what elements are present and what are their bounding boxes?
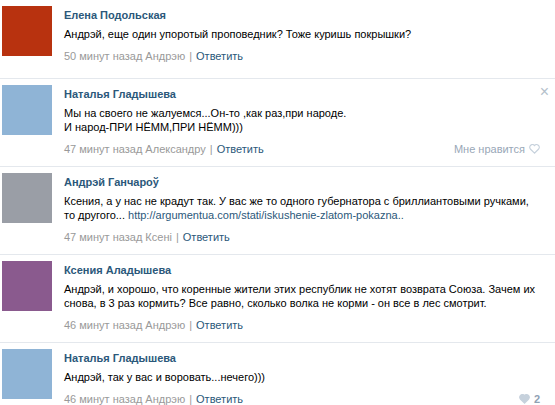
author-name[interactable]: Елена Подольская bbox=[64, 8, 540, 22]
reply-link[interactable]: Ответить bbox=[217, 142, 264, 156]
meta-left: 50 минут назад Андрэю | Ответить bbox=[64, 49, 243, 63]
comment-body: Ксения Аладышева Андрэй, и хорошо, что ко… bbox=[64, 261, 540, 332]
comment-time[interactable]: 46 минут назад Андрэю bbox=[64, 318, 185, 332]
like-button[interactable]: 2 bbox=[519, 392, 540, 405]
avatar[interactable] bbox=[2, 85, 52, 135]
like-count: 2 bbox=[534, 392, 540, 405]
like-button[interactable]: Мне нравится bbox=[454, 142, 540, 156]
comment-time[interactable]: 47 минут назад Ксені bbox=[64, 230, 172, 244]
avatar[interactable] bbox=[2, 349, 52, 399]
like-label: Мне нравится bbox=[454, 142, 525, 156]
comment-time[interactable]: 46 минут назад Андрэю bbox=[64, 392, 185, 405]
author-name[interactable]: Наталья Гладышева bbox=[64, 87, 540, 101]
heart-icon bbox=[519, 394, 530, 404]
comment-text: Андрэй, и хорошо, что коренные жители эт… bbox=[64, 282, 540, 310]
avatar[interactable] bbox=[2, 173, 52, 223]
reply-link[interactable]: Ответить bbox=[183, 230, 230, 244]
separator: | bbox=[189, 49, 192, 63]
comment: Наталья Гладышева Андрэй, так у вас и вор… bbox=[0, 343, 555, 405]
avatar[interactable] bbox=[2, 6, 52, 56]
comment-meta: 50 минут назад Андрэю | Ответить bbox=[64, 49, 540, 63]
meta-left: 47 минут назад Александру | Ответить bbox=[64, 142, 264, 156]
comment: Ксения Аладышева Андрэй, и хорошо, что ко… bbox=[0, 255, 555, 343]
comment-meta: 47 минут назад Александру | Ответить Мне нр… bbox=[64, 142, 540, 156]
avatar[interactable] bbox=[2, 261, 52, 311]
comment-link[interactable]: http://argumentua.com/stati/iskushenie-z… bbox=[128, 209, 404, 221]
comment: Наталья Гладышева Мы на своего не жалуемс… bbox=[0, 79, 555, 167]
separator: | bbox=[210, 142, 213, 156]
comment-meta: 46 минут назад Андрэю | Ответить bbox=[64, 318, 540, 332]
comment-meta: 47 минут назад Ксені | Ответить bbox=[64, 230, 540, 244]
comment-meta: 46 минут назад Андрэю | Ответить 2 bbox=[64, 392, 540, 405]
comment-list: Елена Подольская Андрэй, еще один упороты… bbox=[0, 0, 555, 405]
separator: | bbox=[189, 392, 192, 405]
reply-link[interactable]: Ответить bbox=[196, 392, 243, 405]
comment-text: Андрэй, так у вас и воровать...нечего))) bbox=[64, 370, 540, 384]
meta-left: 47 минут назад Ксені | Ответить bbox=[64, 230, 230, 244]
comment-body: Наталья Гладышева Мы на своего не жалуемс… bbox=[64, 85, 540, 156]
heart-icon bbox=[529, 144, 540, 154]
comment-text: Андрэй, еще один упоротый проповедник? Т… bbox=[64, 27, 540, 41]
reply-link[interactable]: Ответить bbox=[196, 49, 243, 63]
meta-left: 46 минут назад Андрэю | Ответить bbox=[64, 318, 243, 332]
author-name[interactable]: Ксения Аладышева bbox=[64, 263, 540, 277]
separator: | bbox=[189, 318, 192, 332]
comment-time[interactable]: 47 минут назад Александру bbox=[64, 142, 206, 156]
separator: | bbox=[176, 230, 179, 244]
comment-body: Наталья Гладышева Андрэй, так у вас и вор… bbox=[64, 349, 540, 405]
comment: Елена Подольская Андрэй, еще один упороты… bbox=[0, 0, 555, 79]
author-name[interactable]: Андрэй Ганчароў bbox=[64, 175, 540, 189]
reply-link[interactable]: Ответить bbox=[196, 318, 243, 332]
author-name[interactable]: Наталья Гладышева bbox=[64, 351, 540, 365]
comment: Андрэй Ганчароў Ксения, а у нас не крадут… bbox=[0, 167, 555, 255]
meta-left: 46 минут назад Андрэю | Ответить bbox=[64, 392, 243, 405]
delete-button[interactable]: × bbox=[540, 84, 549, 100]
comment-time[interactable]: 50 минут назад Андрэю bbox=[64, 49, 185, 63]
comment-body: Андрэй Ганчароў Ксения, а у нас не крадут… bbox=[64, 173, 540, 244]
comment-text: Ксения, а у нас не крадут так. У вас же … bbox=[64, 194, 540, 222]
comment-body: Елена Подольская Андрэй, еще один упороты… bbox=[64, 6, 540, 68]
comment-text: Мы на своего не жалуемся...Он-то ,как ра… bbox=[64, 106, 540, 134]
